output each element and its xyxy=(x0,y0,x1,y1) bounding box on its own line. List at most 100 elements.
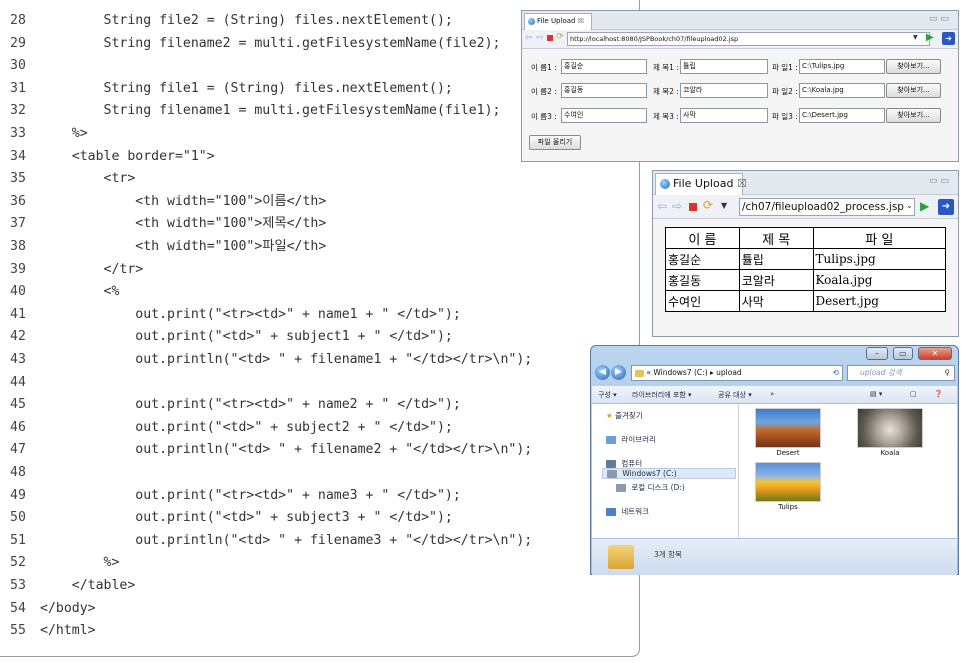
code-text: <th width="100">제목</th> xyxy=(40,216,327,232)
file-path-field[interactable]: C:\Desert.jpg xyxy=(799,108,885,123)
include-library-menu[interactable]: 라이브러리에 포함 ▾ xyxy=(632,390,691,400)
line-number: 47 xyxy=(10,442,26,458)
open-icon[interactable]: ➜ xyxy=(938,199,954,215)
maximize-icon[interactable]: ▭ xyxy=(892,347,913,360)
preview-pane-icon[interactable]: ▢ xyxy=(910,390,917,398)
refresh-icon[interactable]: ⟳ xyxy=(556,32,564,42)
tab-file-upload[interactable]: File Upload ☒ xyxy=(655,173,747,195)
code-text: String file1 = (String) files.nextElemen… xyxy=(40,80,453,96)
table-row: 수여인 사막 Desert.jpg xyxy=(665,290,947,312)
nav-favorites[interactable]: ★ 즐겨찾기 xyxy=(606,410,643,421)
line-number: 39 xyxy=(10,261,26,277)
code-text: String filename2 = multi.getFilesystemNa… xyxy=(40,35,501,51)
code-text: out.print("<tr><td>" + name3 + " </td>")… xyxy=(40,487,461,503)
tab-bar: File Upload ☒ ▭▭ xyxy=(653,171,958,195)
go-icon[interactable]: ▶ xyxy=(926,32,934,43)
file-name: Tulips xyxy=(778,503,798,511)
file-path-field[interactable]: C:\Koala.jpg xyxy=(799,83,885,98)
organize-menu[interactable]: 구성 ▾ xyxy=(598,390,617,400)
star-icon: ★ xyxy=(606,411,613,420)
forward-icon[interactable]: ⇨ xyxy=(536,33,544,43)
address-bar[interactable]: « Windows7 (C:) ▸ upload ⟲ xyxy=(631,365,843,381)
subject-field[interactable]: 튤립 xyxy=(680,59,768,74)
line-number: 29 xyxy=(10,35,26,51)
nav-libraries[interactable]: 라이브러리 xyxy=(606,434,656,445)
help-icon[interactable]: ❓ xyxy=(934,390,943,398)
globe-icon xyxy=(528,17,535,25)
code-text: String file2 = (String) files.nextElemen… xyxy=(40,13,453,28)
line-number: 52 xyxy=(10,555,26,571)
line-number: 41 xyxy=(10,306,26,322)
window-controls[interactable]: ▭▭ xyxy=(929,14,952,24)
desert-thumbnail[interactable] xyxy=(755,408,821,448)
url-input[interactable]: /ch07/fileupload02_process.jsp xyxy=(739,198,915,216)
nav-network[interactable]: 네트워크 xyxy=(606,506,649,517)
code-text: </html> xyxy=(40,623,96,639)
search-input[interactable]: upload 검색 ⚲ xyxy=(847,365,955,381)
minimize-icon[interactable]: – xyxy=(865,347,888,360)
file-name: Desert xyxy=(776,449,800,457)
forward-icon[interactable]: ⇨ xyxy=(672,199,682,213)
browse-button[interactable]: 찾아보기... xyxy=(886,83,941,98)
url-input[interactable]: http://localhost:8080/JSPBook/ch07/fileu… xyxy=(567,32,930,46)
file-name: Koala xyxy=(880,449,900,457)
forward-icon[interactable]: ▶ xyxy=(611,365,626,380)
line-number: 30 xyxy=(10,58,26,74)
more-menu[interactable]: » xyxy=(770,390,774,398)
code-text: out.println("<td> " + filename2 + "</td>… xyxy=(40,442,533,458)
stop-icon[interactable] xyxy=(547,35,553,41)
dropdown-icon[interactable]: ▼ xyxy=(913,34,918,41)
code-text: out.print("<td>" + subject3 + " </td>"); xyxy=(40,510,453,526)
subject-field[interactable]: 코알라 xyxy=(680,83,768,98)
tab-file-upload[interactable]: File Upload ☒ xyxy=(524,13,592,30)
refresh-icon[interactable]: ⟲ xyxy=(833,366,839,380)
search-placeholder: upload 검색 xyxy=(860,368,902,377)
code-text: </tr> xyxy=(40,261,144,277)
line-number: 42 xyxy=(10,329,26,345)
share-menu[interactable]: 공유 대상 ▾ xyxy=(718,390,752,400)
line-number: 51 xyxy=(10,532,26,548)
close-icon[interactable]: ✕ xyxy=(918,347,952,360)
tab-close-icon[interactable]: ☒ xyxy=(737,177,747,190)
line-number: 28 xyxy=(10,13,26,28)
line-number: 45 xyxy=(10,397,26,413)
koala-thumbnail[interactable] xyxy=(857,408,923,448)
subject-field[interactable]: 사막 xyxy=(680,108,768,123)
line-number: 31 xyxy=(10,80,26,96)
go-icon[interactable]: ▶ xyxy=(920,199,929,213)
tulips-thumbnail[interactable] xyxy=(755,462,821,502)
name-field[interactable]: 홍길순 xyxy=(561,59,647,74)
stop-icon[interactable] xyxy=(689,203,697,211)
back-icon[interactable]: ⇦ xyxy=(525,33,533,43)
line-number: 38 xyxy=(10,239,26,254)
name-field[interactable]: 수여인 xyxy=(561,108,647,123)
browse-button[interactable]: 찾아보기... xyxy=(886,59,941,74)
nav-drive-c[interactable]: Windows7 (C:) xyxy=(602,468,736,479)
header-file: 파 일 xyxy=(812,227,947,249)
cell-file: Tulips.jpg xyxy=(812,248,947,270)
upload-submit-button[interactable]: 파일 올리기 xyxy=(529,135,581,150)
file-label: 파 일2 : xyxy=(772,87,798,96)
back-icon[interactable]: ◀ xyxy=(595,365,610,380)
cell-subject: 코알라 xyxy=(738,269,814,291)
open-icon[interactable]: ➜ xyxy=(942,32,955,45)
tab-title: File Upload xyxy=(537,17,576,25)
code-text: String filename1 = multi.getFilesystemNa… xyxy=(40,103,501,119)
code-text: %> xyxy=(40,126,88,141)
dropdown-icon[interactable]: ▼ xyxy=(721,201,727,210)
window-controls[interactable]: ▭▭ xyxy=(929,176,952,186)
refresh-icon[interactable]: ⟳ xyxy=(703,198,713,212)
back-icon[interactable]: ⇦ xyxy=(657,199,667,213)
line-number: 53 xyxy=(10,578,26,593)
browse-button[interactable]: 찾아보기... xyxy=(886,108,941,123)
name-field[interactable]: 홍길동 xyxy=(561,83,647,98)
drive-icon xyxy=(607,470,617,478)
view-icon[interactable]: ▤ ▾ xyxy=(870,390,882,398)
tab-close-icon[interactable]: ☒ xyxy=(578,17,584,25)
nav-drive-d[interactable]: 로컬 디스크 (D:) xyxy=(616,482,685,493)
item-count: 3개 항목 xyxy=(654,550,682,559)
subject-label: 제 목3 : xyxy=(653,112,679,121)
line-number: 44 xyxy=(10,374,26,390)
file-path-field[interactable]: C:\Tulips.jpg xyxy=(799,59,885,74)
dropdown-icon[interactable]: ⌄ xyxy=(906,201,913,210)
